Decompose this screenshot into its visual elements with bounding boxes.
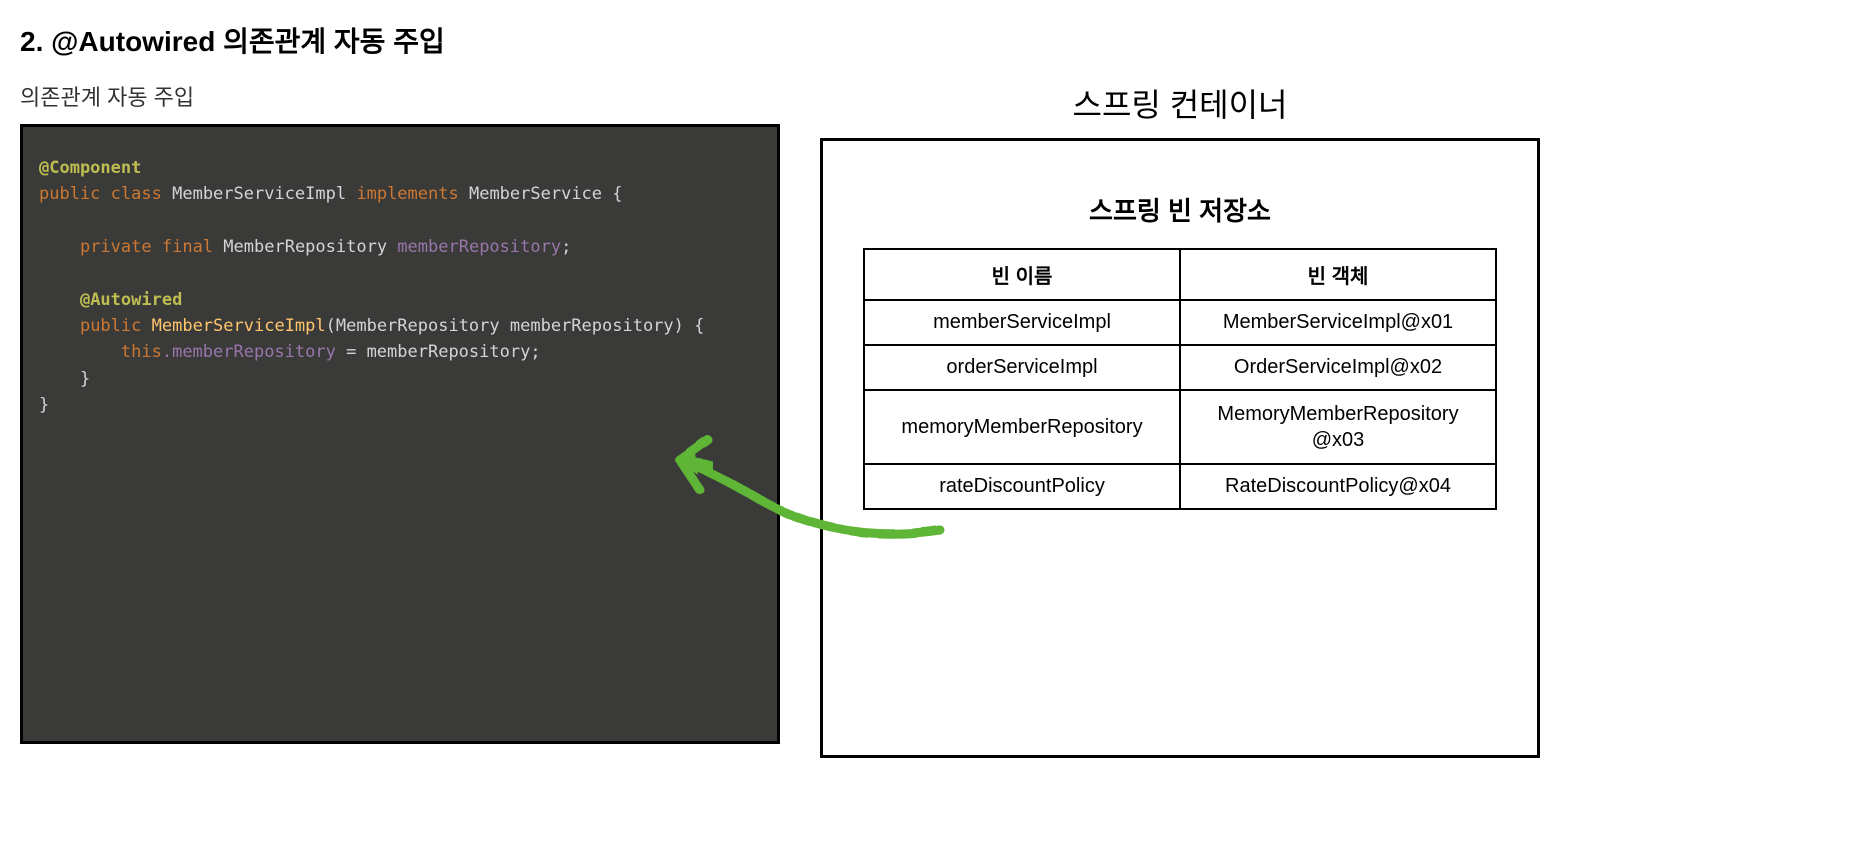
- interface-name: MemberService: [469, 184, 602, 204]
- table-header-row: 빈 이름 빈 객체: [864, 249, 1496, 300]
- bean-name-cell: memberServiceImpl: [864, 300, 1180, 345]
- bean-name-cell: memoryMemberRepository: [864, 390, 1180, 464]
- eq: =: [336, 342, 367, 362]
- table-header-name: 빈 이름: [864, 249, 1180, 300]
- this-field: .memberRepository: [162, 342, 336, 362]
- code-line-6: @Autowired: [39, 287, 761, 313]
- container-title: 스프링 컨테이너: [820, 80, 1540, 126]
- bean-obj-cell: OrderServiceImpl@x02: [1180, 345, 1496, 390]
- brace-close-1: }: [80, 369, 90, 389]
- code-line-9: }: [39, 366, 761, 392]
- class-name: MemberServiceImpl: [172, 184, 346, 204]
- bean-name-cell: rateDiscountPolicy: [864, 464, 1180, 509]
- left-panel: 의존관계 자동 주입 @Component public class Member…: [20, 80, 780, 744]
- code-line-3: [39, 208, 761, 234]
- right-panel: 스프링 컨테이너 스프링 빈 저장소 빈 이름 빈 객체 memberServi…: [820, 80, 1540, 758]
- annotation-autowired: @Autowired: [80, 290, 182, 310]
- param-type: MemberRepository: [336, 316, 500, 336]
- assign-rhs: memberRepository: [367, 342, 531, 362]
- brace-close-2: }: [39, 395, 49, 415]
- table-row: memoryMemberRepository MemoryMemberRepos…: [864, 390, 1496, 464]
- code-line-4: private final MemberRepository memberRep…: [39, 234, 761, 260]
- kw-final: final: [162, 237, 213, 257]
- bean-obj-cell: RateDiscountPolicy@x04: [1180, 464, 1496, 509]
- kw-implements: implements: [356, 184, 458, 204]
- table-row: orderServiceImpl OrderServiceImpl@x02: [864, 345, 1496, 390]
- code-line-2: public class MemberServiceImpl implement…: [39, 181, 761, 207]
- left-subtitle: 의존관계 자동 주입: [20, 80, 780, 112]
- bean-obj-cell: MemoryMemberRepository@x03: [1180, 390, 1496, 464]
- code-line-10: }: [39, 392, 761, 418]
- code-line-7: public MemberServiceImpl(MemberRepositor…: [39, 313, 761, 339]
- kw-public-2: public: [80, 316, 141, 336]
- constructor-name: MemberServiceImpl: [152, 316, 326, 336]
- brace: {: [602, 184, 622, 204]
- bean-obj-cell: MemberServiceImpl@x01: [1180, 300, 1496, 345]
- table-header-obj: 빈 객체: [1180, 249, 1496, 300]
- kw-this: this: [121, 342, 162, 362]
- kw-public: public: [39, 184, 100, 204]
- kw-private: private: [80, 237, 152, 257]
- table-row: memberServiceImpl MemberServiceImpl@x01: [864, 300, 1496, 345]
- field-type: MemberRepository: [223, 237, 387, 257]
- code-line-8: this.memberRepository = memberRepository…: [39, 339, 761, 365]
- code-line-5: [39, 260, 761, 286]
- table-row: rateDiscountPolicy RateDiscountPolicy@x0…: [864, 464, 1496, 509]
- kw-class: class: [111, 184, 162, 204]
- diagram-container: 의존관계 자동 주입 @Component public class Member…: [20, 80, 1834, 758]
- bean-table: 빈 이름 빈 객체 memberServiceImpl MemberServic…: [863, 248, 1497, 510]
- paren-open: (: [326, 316, 336, 336]
- code-line-1: @Component: [39, 155, 761, 181]
- annotation-component: @Component: [39, 158, 141, 178]
- semi: ;: [561, 237, 571, 257]
- param-name: memberRepository: [510, 316, 674, 336]
- bean-name-cell: orderServiceImpl: [864, 345, 1180, 390]
- spring-container-box: 스프링 빈 저장소 빈 이름 빈 객체 memberServiceImpl Me…: [820, 138, 1540, 758]
- storage-title: 스프링 빈 저장소: [863, 191, 1497, 228]
- code-block: @Component public class MemberServiceImpl…: [20, 124, 780, 744]
- paren-close: ) {: [674, 316, 705, 336]
- field-name: memberRepository: [397, 237, 561, 257]
- semi-2: ;: [530, 342, 540, 362]
- main-heading: 2. @Autowired 의존관계 자동 주입: [20, 20, 1834, 60]
